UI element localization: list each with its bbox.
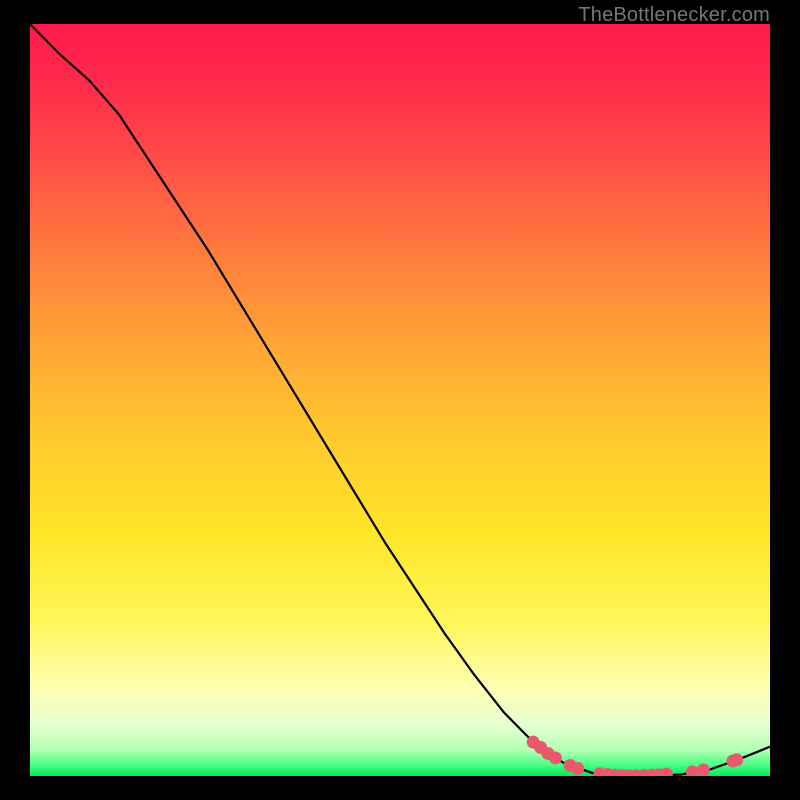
chart-frame [30,24,770,776]
chart-marker [571,762,584,775]
chart-marker [697,763,710,776]
chart-plot [30,24,770,776]
chart-background [30,24,770,776]
chart-marker [549,751,562,764]
chart-marker [730,753,743,766]
